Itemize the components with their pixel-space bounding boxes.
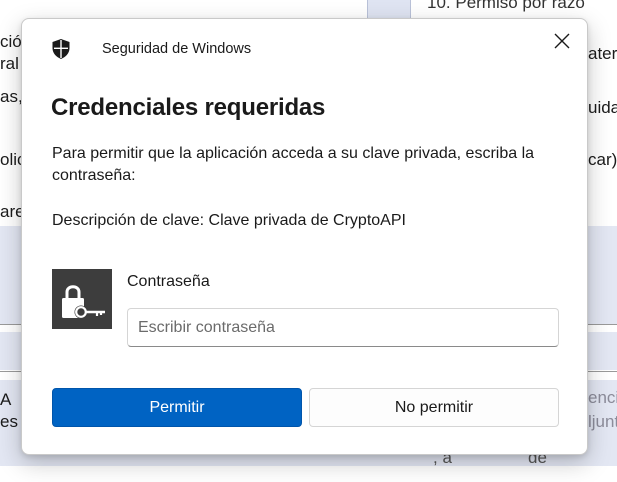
credentials-dialog: Seguridad de Windows Credenciales requer… bbox=[21, 18, 588, 455]
close-button[interactable] bbox=[550, 29, 574, 53]
bg-text-left-6: es bbox=[0, 412, 18, 431]
bg-text-left-2: as, bbox=[0, 87, 23, 106]
bg-text-left-1: ral bbox=[0, 54, 19, 73]
bg-text-right-3: car) bbox=[588, 150, 617, 169]
key-description: Descripción de clave: Clave privada de C… bbox=[52, 212, 406, 229]
lock-key-icon bbox=[62, 285, 105, 319]
bg-text-right-1: ater bbox=[588, 44, 617, 63]
password-label: Contraseña bbox=[127, 273, 210, 290]
bg-text-right-5: ljunt bbox=[588, 412, 617, 431]
dialog-app-title: Seguridad de Windows bbox=[102, 41, 252, 57]
allow-button[interactable]: Permitir bbox=[52, 388, 302, 427]
dialog-heading: Credenciales requeridas bbox=[51, 94, 326, 121]
bg-text-left-5: A bbox=[0, 390, 12, 409]
close-icon bbox=[554, 33, 570, 49]
credential-tile bbox=[52, 269, 112, 329]
password-input[interactable] bbox=[127, 308, 559, 347]
dialog-message: Para permitir que la aplicación acceda a… bbox=[52, 145, 535, 184]
bg-text-right-0: 10. Permiso por razo bbox=[427, 0, 585, 12]
bg-text-right-2: uida bbox=[588, 98, 617, 117]
deny-button[interactable]: No permitir bbox=[309, 388, 559, 427]
bg-text-right-4: encia bbox=[588, 388, 617, 407]
shield-icon bbox=[52, 39, 70, 59]
background-tab bbox=[367, 0, 411, 19]
